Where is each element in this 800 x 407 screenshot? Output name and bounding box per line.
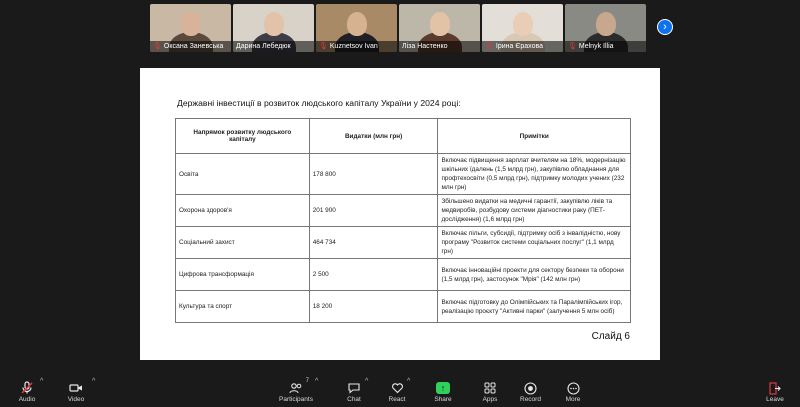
participant-face	[346, 12, 367, 36]
meeting-window: 🎙 Оксана Заневська Дарина Лебедюк 🎙 Kuznetso…	[0, 0, 800, 407]
participant-name: Дарина Лебедюк	[236, 43, 291, 50]
participant-tile[interactable]: 🎙 Melnyk Illia	[565, 4, 646, 52]
participant-name-bar: Ліза Настенко	[399, 41, 480, 52]
participant-tile[interactable]: Дарина Лебедюк	[233, 4, 314, 52]
chat-button[interactable]: Chat	[345, 380, 363, 403]
more-label: More	[565, 396, 581, 403]
chat-label: Chat	[347, 396, 361, 403]
table-row: Цифрова трансформація 2 500 Включає інно…	[175, 258, 631, 291]
record-label: Record	[520, 396, 541, 403]
share-label: Share	[434, 396, 452, 403]
participant-tile[interactable]: 🎙 Kuznetsov Ivan	[316, 4, 397, 52]
column-header: Примітки	[437, 118, 631, 154]
react-label: React	[388, 396, 406, 403]
participant-name: Ірина Єрахова	[495, 43, 544, 50]
audio-label: Audio	[18, 396, 36, 403]
mic-muted-icon: 🎙	[319, 43, 328, 50]
table-cell: Соціальний захист	[175, 226, 310, 259]
more-icon	[564, 380, 582, 396]
meeting-toolbar: Audio ^ Video ^ 7 Participants ^ Chat ^	[0, 377, 800, 407]
chat-icon	[345, 380, 363, 396]
participant-name-bar: Дарина Лебедюк	[233, 41, 314, 52]
table-row: Охорона здоров'я 201 900 Збільшено видат…	[175, 194, 631, 227]
participants-options-chevron-icon[interactable]: ^	[315, 378, 318, 385]
participant-name-bar: 🎙 Оксана Заневська	[150, 41, 231, 52]
shared-screen: Державні інвестиції в розвиток людського…	[140, 68, 660, 360]
next-page-button[interactable]: ›	[657, 19, 673, 35]
table-row: Освіта 178 800 Включає підвищення зарпла…	[175, 153, 631, 195]
participant-tile[interactable]: 🎙 Ірина Єрахова	[482, 4, 563, 52]
participants-label: Participants	[279, 396, 313, 403]
table-cell: Включає підвищення зарплат вчителям на 1…	[437, 153, 631, 195]
chat-options-chevron-icon[interactable]: ^	[365, 378, 368, 385]
leave-label: Leave	[766, 396, 784, 403]
audio-options-chevron-icon[interactable]: ^	[40, 378, 43, 385]
participant-face	[429, 12, 450, 36]
participant-face	[263, 12, 284, 36]
heart-icon	[388, 380, 406, 396]
table-cell: 18 200	[308, 290, 439, 323]
share-icon-wrapper: ↑	[434, 380, 452, 396]
participant-name-bar: 🎙 Ірина Єрахова	[482, 41, 563, 52]
video-label: Video	[67, 396, 85, 403]
react-options-chevron-icon[interactable]: ^	[407, 378, 410, 385]
column-header: Напрямок розвитку людського капіталу	[175, 118, 310, 154]
share-screen-icon: ↑	[436, 382, 450, 394]
leave-button[interactable]: Leave	[766, 380, 784, 403]
participant-face	[595, 12, 616, 36]
table-row: Культура та спорт 18 200 Включає підгото…	[175, 290, 631, 323]
mic-muted-icon: 🎙	[568, 43, 577, 50]
table-cell: Охорона здоров'я	[175, 194, 310, 227]
participant-tile[interactable]: 🎙 Оксана Заневська	[150, 4, 231, 52]
apps-icon	[481, 380, 499, 396]
leave-icon	[766, 380, 784, 396]
audio-button[interactable]: Audio	[18, 380, 36, 403]
video-button[interactable]: Video	[67, 380, 85, 403]
participant-face	[512, 12, 533, 36]
table-cell: Включає підготовку до Олімпійських та Па…	[437, 290, 631, 323]
investment-table: Напрямок розвитку людського капіталу Вид…	[175, 118, 631, 323]
participant-face	[180, 12, 201, 36]
video-options-chevron-icon[interactable]: ^	[92, 378, 95, 385]
table-header-row: Напрямок розвитку людського капіталу Вид…	[175, 118, 631, 154]
participant-name: Kuznetsov Ivan	[329, 43, 378, 50]
table-cell: Освіта	[175, 153, 310, 195]
mic-muted-icon: 🎙	[153, 43, 162, 50]
slide-number: Слайд 6	[591, 331, 630, 342]
participant-strip: 🎙 Оксана Заневська Дарина Лебедюк 🎙 Kuznetso…	[150, 4, 646, 52]
table-row: Соціальний захист 464 734 Включає пільги…	[175, 226, 631, 259]
table-cell: Культура та спорт	[175, 290, 310, 323]
slide-title: Державні інвестиції в розвиток людського…	[177, 98, 461, 108]
more-button[interactable]: More	[564, 380, 582, 403]
apps-label: Apps	[482, 396, 498, 403]
record-button[interactable]: Record	[520, 380, 541, 403]
participant-name-bar: 🎙 Melnyk Illia	[565, 41, 646, 52]
react-button[interactable]: React	[388, 380, 406, 403]
participants-icon: 7	[287, 378, 309, 396]
table-cell: Включає пільги, субсидії, підтримку осіб…	[437, 226, 631, 259]
table-cell: 2 500	[308, 258, 439, 291]
mic-muted-icon	[18, 380, 36, 396]
column-header: Видатки (млн грн)	[308, 118, 439, 154]
mic-muted-icon: 🎙	[485, 43, 494, 50]
table-cell: 201 900	[308, 194, 439, 227]
record-icon	[521, 380, 539, 396]
participants-button[interactable]: 7 Participants	[279, 378, 313, 403]
participant-name: Melnyk Illia	[578, 43, 614, 50]
participants-count: 7	[305, 378, 309, 384]
camera-icon	[67, 380, 85, 396]
participant-name: Ліза Настенко	[402, 43, 448, 50]
table-cell: 464 734	[308, 226, 439, 259]
table-cell: 178 800	[308, 153, 439, 195]
share-button[interactable]: ↑ Share	[434, 380, 452, 403]
participant-name: Оксана Заневська	[163, 43, 224, 50]
table-cell: Включає інноваційні проекти для сектору …	[437, 258, 631, 291]
participant-name-bar: 🎙 Kuznetsov Ivan	[316, 41, 397, 52]
participant-tile[interactable]: Ліза Настенко	[399, 4, 480, 52]
apps-button[interactable]: Apps	[481, 380, 499, 403]
table-cell: Збільшено видатки на медичні гарантії, з…	[437, 194, 631, 227]
table-cell: Цифрова трансформація	[175, 258, 310, 291]
